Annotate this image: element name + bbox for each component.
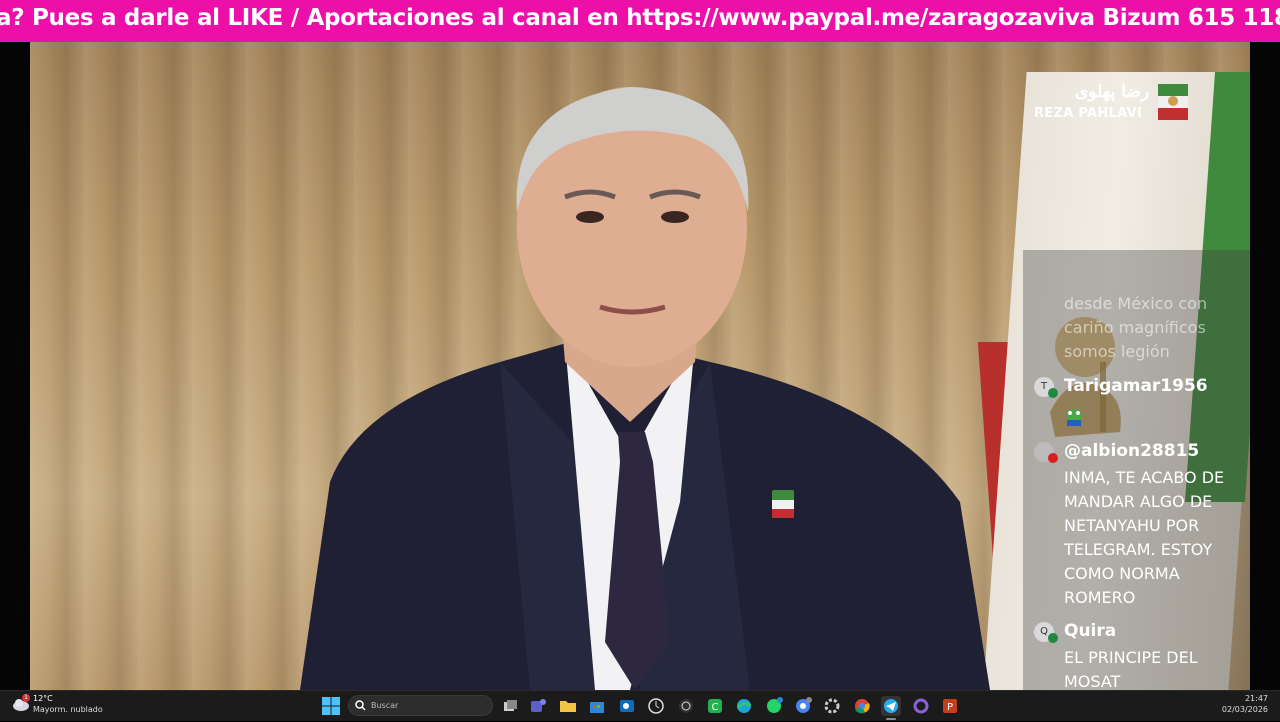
weather-notification-badge: 1: [22, 694, 30, 702]
logo-farsi-text: رضا پهلوی: [1075, 82, 1150, 102]
chat-message-continuation: somos legión: [1064, 342, 1170, 361]
microsoft-store-icon[interactable]: [587, 696, 607, 716]
chat-message-text: EL PRINCIPE DEL MOSAT: [1064, 648, 1198, 690]
top-banner: a? Pues a darle al LIKE / Aportaciones a…: [0, 0, 1280, 42]
left-letterbox: [0, 42, 30, 690]
settings-icon[interactable]: [822, 696, 842, 716]
member-badge-icon: [1048, 633, 1058, 643]
telegram-icon[interactable]: [881, 696, 901, 716]
svg-text:C: C: [712, 702, 719, 713]
chat-username[interactable]: @albion28815: [1064, 441, 1199, 461]
chrome-beta-icon[interactable]: [793, 696, 813, 716]
obs-icon[interactable]: [676, 696, 696, 716]
youtube-badge-icon: [1048, 453, 1058, 463]
chat-message-continuation: desde México con: [1064, 294, 1208, 313]
task-view-icon[interactable]: [500, 696, 520, 716]
live-chat[interactable]: desde México con cariño magníficos somos…: [1032, 290, 1252, 690]
clock-icon[interactable]: [646, 696, 666, 716]
camtasia-icon[interactable]: C: [705, 696, 725, 716]
svg-text:P: P: [947, 702, 953, 713]
right-letterbox: [1250, 42, 1280, 690]
whatsapp-icon[interactable]: [764, 696, 784, 716]
weather-description[interactable]: Mayorm. nublado: [33, 705, 103, 714]
file-explorer-icon[interactable]: [558, 696, 578, 716]
logo-lion-icon: [1158, 84, 1188, 120]
chat-message-continuation: cariño magníficos: [1064, 318, 1206, 337]
chat-username[interactable]: Quira: [1064, 621, 1116, 641]
logo-name-text: REZA PAHLAVI: [1034, 106, 1143, 121]
weather-temperature[interactable]: 12°C: [33, 694, 53, 703]
chat-username[interactable]: Tarigamar1956: [1064, 376, 1208, 396]
windows-taskbar: 1 12°C Mayorm. nublado C: [0, 690, 1280, 721]
windows-start-icon[interactable]: [321, 696, 341, 716]
powerpoint-icon[interactable]: P: [940, 696, 960, 716]
search-icon: [355, 700, 366, 711]
cortana-icon[interactable]: [911, 696, 931, 716]
outlook-icon[interactable]: [617, 696, 637, 716]
taskbar-clock-date[interactable]: 02/03/2026: [1210, 705, 1268, 714]
chrome-icon[interactable]: [852, 696, 872, 716]
taskbar-clock-time[interactable]: 21:47: [1220, 694, 1268, 703]
teams-icon[interactable]: [528, 696, 548, 716]
banner-text: a? Pues a darle al LIKE / Aportaciones a…: [0, 5, 1280, 31]
edge-icon[interactable]: [734, 696, 754, 716]
chat-message-text: INMA, TE ACABO DE MANDAR ALGO DE NETANYA…: [1064, 468, 1225, 607]
taskbar-search-input[interactable]: [348, 695, 493, 716]
member-badge-icon: [1048, 388, 1058, 398]
frog-emoji-icon: [1066, 409, 1082, 426]
